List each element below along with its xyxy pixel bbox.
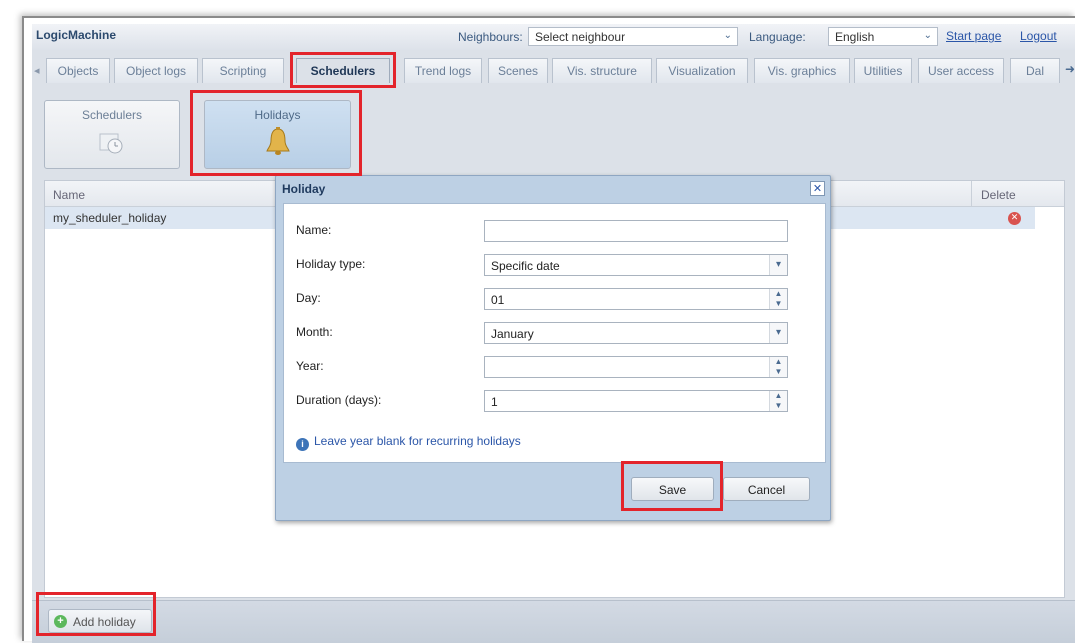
- holiday-type-value: Specific date: [491, 259, 560, 273]
- tab-trend-logs[interactable]: Trend logs: [404, 58, 482, 83]
- holiday-type-select[interactable]: Specific date ▾: [484, 254, 788, 276]
- month-select[interactable]: January ▾: [484, 322, 788, 344]
- month-label: Month:: [296, 325, 333, 339]
- screenshot-frame: LogicMachine Neighbours: Select neighbou…: [22, 16, 1075, 643]
- schedulers-button-label: Schedulers: [81, 108, 143, 122]
- tab-scripting[interactable]: Scripting: [202, 58, 284, 83]
- highlight-box: [190, 90, 362, 176]
- row-name-cell: my_sheduler_holiday: [53, 211, 167, 225]
- delete-icon[interactable]: ✕: [1008, 212, 1021, 225]
- spinner-arrows-icon[interactable]: ▲ ▼: [769, 289, 787, 309]
- tab-dali[interactable]: Dal: [1010, 58, 1060, 83]
- day-value: 01: [491, 293, 505, 307]
- name-input[interactable]: [484, 220, 788, 242]
- tab-utilities[interactable]: Utilities: [854, 58, 912, 83]
- info-icon: i: [296, 438, 309, 451]
- logout-link[interactable]: Logout: [1020, 29, 1057, 43]
- column-header-delete: Delete: [981, 188, 1016, 202]
- start-page-link[interactable]: Start page: [946, 29, 1001, 43]
- month-value: January: [491, 327, 534, 341]
- neighbours-label: Neighbours:: [458, 30, 523, 44]
- chevron-down-icon: ⌄: [723, 30, 732, 41]
- tab-scenes[interactable]: Scenes: [488, 58, 548, 83]
- schedulers-button[interactable]: Schedulers: [44, 100, 180, 169]
- chevron-down-icon: ⌄: [923, 30, 932, 41]
- duration-spinner[interactable]: 1 ▲ ▼: [484, 390, 788, 412]
- language-select[interactable]: English ⌄: [828, 27, 938, 46]
- cancel-button[interactable]: Cancel: [723, 477, 810, 501]
- tab-object-logs[interactable]: Object logs: [114, 58, 198, 83]
- holiday-type-label: Holiday type:: [296, 257, 366, 271]
- tab-vis-structure[interactable]: Vis. structure: [552, 58, 652, 83]
- highlight-box: [36, 592, 156, 636]
- spinner-arrows-icon[interactable]: ▲ ▼: [769, 357, 787, 377]
- day-spinner[interactable]: 01 ▲ ▼: [484, 288, 788, 310]
- duration-label: Duration (days):: [296, 393, 382, 407]
- scroll-right-arrow-icon[interactable]: ➜: [1065, 62, 1075, 76]
- scroll-left-arrow-icon[interactable]: ◂: [34, 64, 40, 77]
- name-label: Name:: [296, 223, 332, 237]
- app-window: LogicMachine Neighbours: Select neighbou…: [32, 24, 1075, 643]
- close-icon[interactable]: ✕: [810, 181, 825, 196]
- info-text: Leave year blank for recurring holidays: [314, 434, 521, 448]
- main-tabs: ◂ Objects Object logs Scripting Schedule…: [32, 54, 1075, 84]
- tab-visualization[interactable]: Visualization: [656, 58, 748, 83]
- brand-title: LogicMachine: [36, 28, 117, 42]
- spinner-arrows-icon[interactable]: ▲ ▼: [769, 391, 787, 411]
- duration-value: 1: [491, 395, 498, 409]
- year-spinner[interactable]: ▲ ▼: [484, 356, 788, 378]
- holiday-dialog: Holiday ✕ Name: Holiday type: Specific d…: [275, 175, 831, 521]
- chevron-down-icon: ▾: [769, 255, 787, 275]
- column-header-name[interactable]: Name: [53, 188, 85, 202]
- chevron-down-icon: ▾: [769, 323, 787, 343]
- neighbours-select[interactable]: Select neighbour ⌄: [528, 27, 738, 46]
- highlight-box: [290, 52, 396, 88]
- clock-icon: [99, 133, 123, 154]
- tab-user-access[interactable]: User access: [918, 58, 1004, 83]
- highlight-box: [621, 461, 723, 511]
- language-select-value: English: [835, 30, 875, 44]
- year-label: Year:: [296, 359, 324, 373]
- dialog-body: Name: Holiday type: Specific date ▾ Day:…: [283, 203, 826, 463]
- neighbours-select-value: Select neighbour: [535, 30, 626, 44]
- tab-objects[interactable]: Objects: [46, 58, 110, 83]
- language-label: Language:: [749, 30, 806, 44]
- footer-toolbar: + Add holiday: [32, 600, 1075, 643]
- info-hint: i Leave year blank for recurring holidays: [296, 434, 521, 451]
- column-divider: [971, 181, 972, 207]
- day-label: Day:: [296, 291, 321, 305]
- top-header: LogicMachine Neighbours: Select neighbou…: [32, 24, 1075, 50]
- dialog-title: Holiday: [282, 182, 326, 196]
- tab-vis-graphics[interactable]: Vis. graphics: [754, 58, 850, 83]
